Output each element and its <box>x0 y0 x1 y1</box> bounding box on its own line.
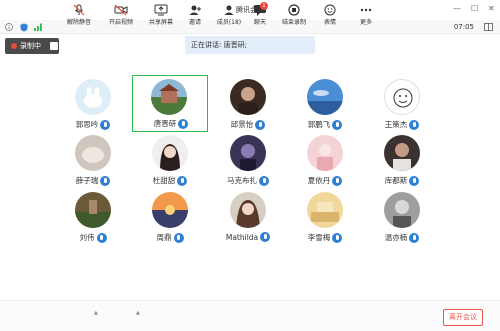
participant-name: 温亦楠 <box>384 233 408 242</box>
clock: 07:05 <box>453 23 474 31</box>
shield-icon[interactable] <box>20 23 28 32</box>
chat-label: 聊天 <box>253 19 266 26</box>
avatar <box>230 192 266 228</box>
microphone-icon <box>100 175 111 186</box>
invite-label: 邀请 <box>188 19 201 26</box>
meeting-toolbar <box>0 300 500 331</box>
close-button[interactable]: ✕ <box>488 4 495 14</box>
chat-unread-badge: 1 <box>260 2 268 10</box>
microphone-icon <box>259 175 269 186</box>
participant-tile[interactable]: 李雪梅 <box>287 188 363 254</box>
participant-name: 邱景怡 <box>230 120 254 129</box>
participant-name: 王策杰 <box>384 120 408 129</box>
participant-tile[interactable]: 刘伟 <box>55 188 131 254</box>
unmute-button[interactable]: 解除静音 <box>66 4 92 30</box>
avatar <box>152 192 188 228</box>
chevron-up-icon[interactable]: ▲ <box>136 310 140 316</box>
avatar <box>75 79 111 115</box>
microphone-muted-icon <box>73 4 85 16</box>
chevron-up-icon[interactable]: ▲ <box>94 310 98 316</box>
microphone-icon <box>96 232 107 243</box>
avatar <box>75 135 111 171</box>
participant-name: Mathilda <box>225 232 259 242</box>
microphone-icon <box>332 119 343 130</box>
emoji-icon <box>324 4 336 16</box>
leave-meeting-button[interactable]: 离开会议 <box>443 309 483 326</box>
record-dot-icon <box>11 43 17 49</box>
avatar <box>307 135 343 171</box>
layout-icon[interactable] <box>484 23 493 31</box>
participant-name: 周鼎 <box>156 233 172 242</box>
chat-button[interactable]: 1 聊天 <box>250 2 270 30</box>
share-screen-label: 共享屏幕 <box>148 19 173 26</box>
avatar <box>384 79 420 115</box>
more-label: 更多 <box>359 19 372 26</box>
participant-name: 杜甜甜 <box>152 176 176 185</box>
avatar <box>151 79 187 115</box>
microphone-icon <box>409 232 420 243</box>
participant-name: 马克布扎 <box>227 176 257 185</box>
avatar <box>75 192 111 228</box>
participant-tile[interactable]: Mathilda <box>210 188 286 254</box>
start-video-label: 开启视频 <box>108 19 133 26</box>
recording-indicator[interactable]: 录制中 <box>5 38 59 54</box>
participant-name: 刘伟 <box>79 233 95 242</box>
members-button[interactable]: 成员(18) <box>216 4 242 30</box>
participant-tile-active-speaker[interactable]: 唐晋研 <box>132 75 208 132</box>
signal-icon <box>34 23 42 31</box>
participant-name: 郭鹏飞 <box>307 120 331 129</box>
avatar <box>384 135 420 171</box>
maximize-button[interactable]: ☐ <box>471 4 478 14</box>
avatar <box>230 79 266 115</box>
members-label: 成员(18) <box>216 19 242 26</box>
microphone-icon <box>409 119 420 130</box>
microphone-icon <box>178 118 189 129</box>
avatar <box>230 135 266 171</box>
add-person-icon <box>189 5 201 15</box>
unmute-label: 解除静音 <box>66 19 91 26</box>
avatar <box>307 192 343 228</box>
speaking-text: 正在讲话: 唐晋研; <box>191 41 247 49</box>
camera-off-icon <box>114 4 128 16</box>
microphone-icon <box>100 119 111 130</box>
microphone-icon <box>332 175 343 186</box>
microphone-icon <box>332 232 343 243</box>
participant-name: 郭思吟 <box>75 120 99 129</box>
stop-recording-label: 结束录制 <box>281 19 306 26</box>
start-video-button[interactable]: 开启视频 <box>108 4 134 30</box>
more-dots-icon <box>360 8 372 12</box>
minimize-button[interactable]: — <box>453 4 461 14</box>
avatar <box>384 192 420 228</box>
stop-recording-button[interactable] <box>50 42 58 50</box>
more-button[interactable]: 更多 <box>356 4 376 30</box>
microphone-icon <box>173 232 184 243</box>
emoji-label: 表情 <box>323 19 336 26</box>
invite-button[interactable]: 邀请 <box>184 4 206 30</box>
microphone-icon <box>409 175 420 186</box>
share-screen-icon <box>154 4 168 16</box>
recording-label: 录制中 <box>20 42 41 50</box>
speaking-banner: 正在讲话: 唐晋研; <box>185 36 315 54</box>
record-stop-icon <box>288 4 300 16</box>
microphone-icon <box>255 119 266 130</box>
members-icon <box>224 5 234 15</box>
participant-name: 库都斯 <box>384 176 408 185</box>
info-icon[interactable] <box>5 23 13 31</box>
participant-name: 薛子瑞 <box>75 176 99 185</box>
avatar <box>152 135 188 171</box>
microphone-icon <box>260 232 271 242</box>
stop-recording-toolbar-button[interactable]: 结束录制 <box>280 4 308 30</box>
participant-tile[interactable]: 温亦楠 <box>364 188 440 254</box>
participant-name: 李雪梅 <box>307 233 331 242</box>
share-screen-button[interactable]: 共享屏幕 <box>148 4 174 30</box>
participant-tile[interactable]: 周鼎 <box>132 188 208 254</box>
emoji-button[interactable]: 表情 <box>320 4 340 30</box>
avatar <box>307 79 343 115</box>
participant-name: 唐晋研 <box>153 119 177 128</box>
microphone-icon <box>177 175 188 186</box>
participant-name: 夏依丹 <box>307 176 331 185</box>
